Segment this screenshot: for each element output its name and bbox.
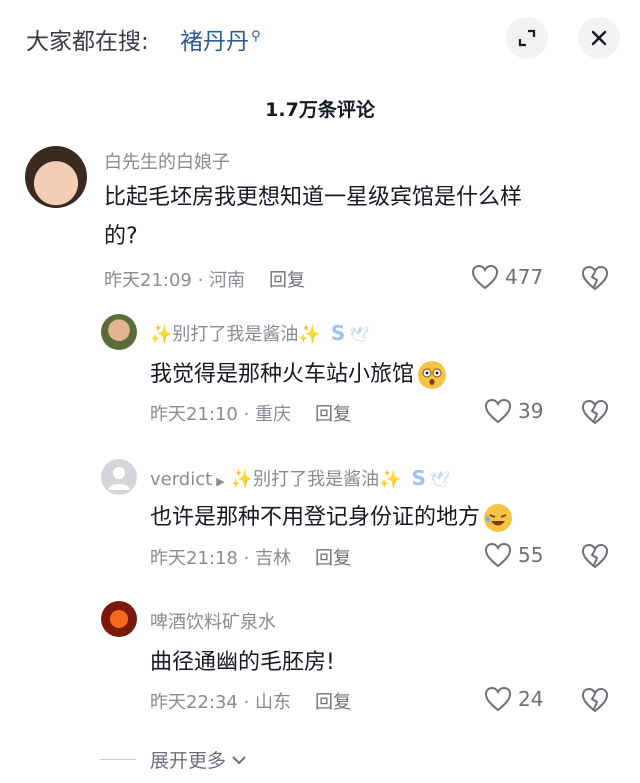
reply-arrow-icon: ▶ (216, 475, 225, 488)
comment-username[interactable]: ✨别打了我是酱油✨ (150, 324, 321, 345)
comment-text-line: 比起毛坯房我更想知道一星级宾馆是什么样 (104, 185, 523, 210)
close-icon (591, 30, 607, 46)
comment-text: 也许是那种不用登记身份证的地方 (150, 498, 513, 537)
comment-username[interactable]: 白先生的白娘子 (104, 148, 230, 174)
heart-icon (484, 398, 512, 424)
collapse-icon (518, 29, 536, 47)
trending-search-link[interactable]: 褚丹丹 ⚲ (180, 22, 261, 56)
avatar[interactable] (25, 146, 87, 208)
comment-username[interactable]: verdict (150, 469, 212, 490)
avatar[interactable] (101, 459, 137, 495)
chevron-down-icon (232, 755, 246, 764)
comment-location: 吉林 (255, 548, 292, 569)
trending-search-label: 大家都在搜: (26, 29, 149, 55)
heart-icon (471, 264, 499, 290)
comment-meta: 昨天22:34 · 山东 回复 (150, 692, 352, 713)
expand-more-button[interactable]: 展开更多 (100, 746, 248, 773)
astonished-emoji-icon (418, 361, 447, 389)
avatar[interactable] (101, 314, 137, 350)
comment-time: 昨天22:34 (150, 692, 238, 713)
reply-button[interactable]: 回复 (315, 548, 351, 569)
comment-location: 重庆 (255, 404, 292, 425)
comment-text-line: 也许是那种不用登记身份证的地方 (150, 505, 481, 530)
expand-more-label[interactable]: 展开更多 (150, 746, 226, 773)
comment-location: 河南 (209, 270, 246, 291)
comment-meta: 昨天21:18 · 吉林 回复 (150, 548, 352, 569)
comment-location: 山东 (255, 692, 292, 713)
comment-count-title: 1.7万条评论 (265, 99, 375, 121)
heart-icon (484, 686, 512, 712)
divider-line (100, 759, 136, 760)
comment-time: 昨天21:09 (104, 270, 192, 291)
s-badge-icon: S (411, 466, 426, 490)
like-button[interactable]: 39 (484, 398, 543, 424)
reply-button[interactable]: 回复 (315, 692, 351, 713)
top-bar: 大家都在搜: 褚丹丹 ⚲ (0, 0, 640, 80)
laughing-emoji-icon (484, 504, 513, 532)
comment-text: 比起毛坯房我更想知道一星级宾馆是什么样 的? (104, 178, 522, 256)
reply-button[interactable]: 回复 (269, 270, 305, 291)
dove-icon: 🕊 (429, 470, 451, 489)
comment-meta: 昨天21:10 · 重庆 回复 (150, 404, 352, 425)
comment-meta: 昨天21:09 · 河南 回复 (104, 270, 306, 291)
like-button[interactable]: 24 (484, 686, 543, 712)
magnifier-icon: ⚲ (251, 29, 261, 45)
like-count: 39 (518, 399, 544, 423)
comment-username-row: ✨别打了我是酱油✨ S 🕊 (150, 320, 370, 346)
heart-icon (484, 542, 512, 568)
dislike-icon[interactable] (581, 265, 609, 291)
comment-username[interactable]: 啤酒饮料矿泉水 (150, 608, 276, 634)
avatar[interactable] (101, 601, 137, 637)
comment-text: 曲径通幽的毛胚房! (150, 650, 335, 675)
comment-time: 昨天21:18 (150, 548, 238, 569)
like-button[interactable]: 55 (484, 542, 543, 568)
dislike-icon[interactable] (581, 687, 609, 713)
comment-text-line: 的? (104, 224, 138, 249)
s-badge-icon: S (330, 321, 346, 345)
reply-button[interactable]: 回复 (315, 404, 351, 425)
reply-to-username[interactable]: ✨别打了我是酱油✨ (231, 469, 402, 490)
close-button[interactable] (578, 17, 620, 59)
like-count: 477 (505, 265, 544, 289)
collapse-button[interactable] (506, 17, 548, 59)
dislike-icon[interactable] (581, 399, 609, 425)
like-count: 24 (518, 687, 544, 711)
comment-text-line: 我觉得是那种火车站小旅馆 (150, 362, 415, 387)
dislike-icon[interactable] (581, 543, 609, 569)
dove-icon: 🕊 (349, 325, 370, 344)
comment-time: 昨天21:10 (150, 404, 238, 425)
search-term-text[interactable]: 褚丹丹 (180, 29, 249, 55)
default-user-icon (108, 467, 130, 490)
like-count: 55 (518, 543, 544, 567)
like-button[interactable]: 477 (471, 264, 543, 290)
comment-username-row: verdict ▶ ✨别打了我是酱油✨ S 🕊 (150, 465, 450, 491)
comment-text: 我觉得是那种火车站小旅馆 (150, 355, 447, 394)
